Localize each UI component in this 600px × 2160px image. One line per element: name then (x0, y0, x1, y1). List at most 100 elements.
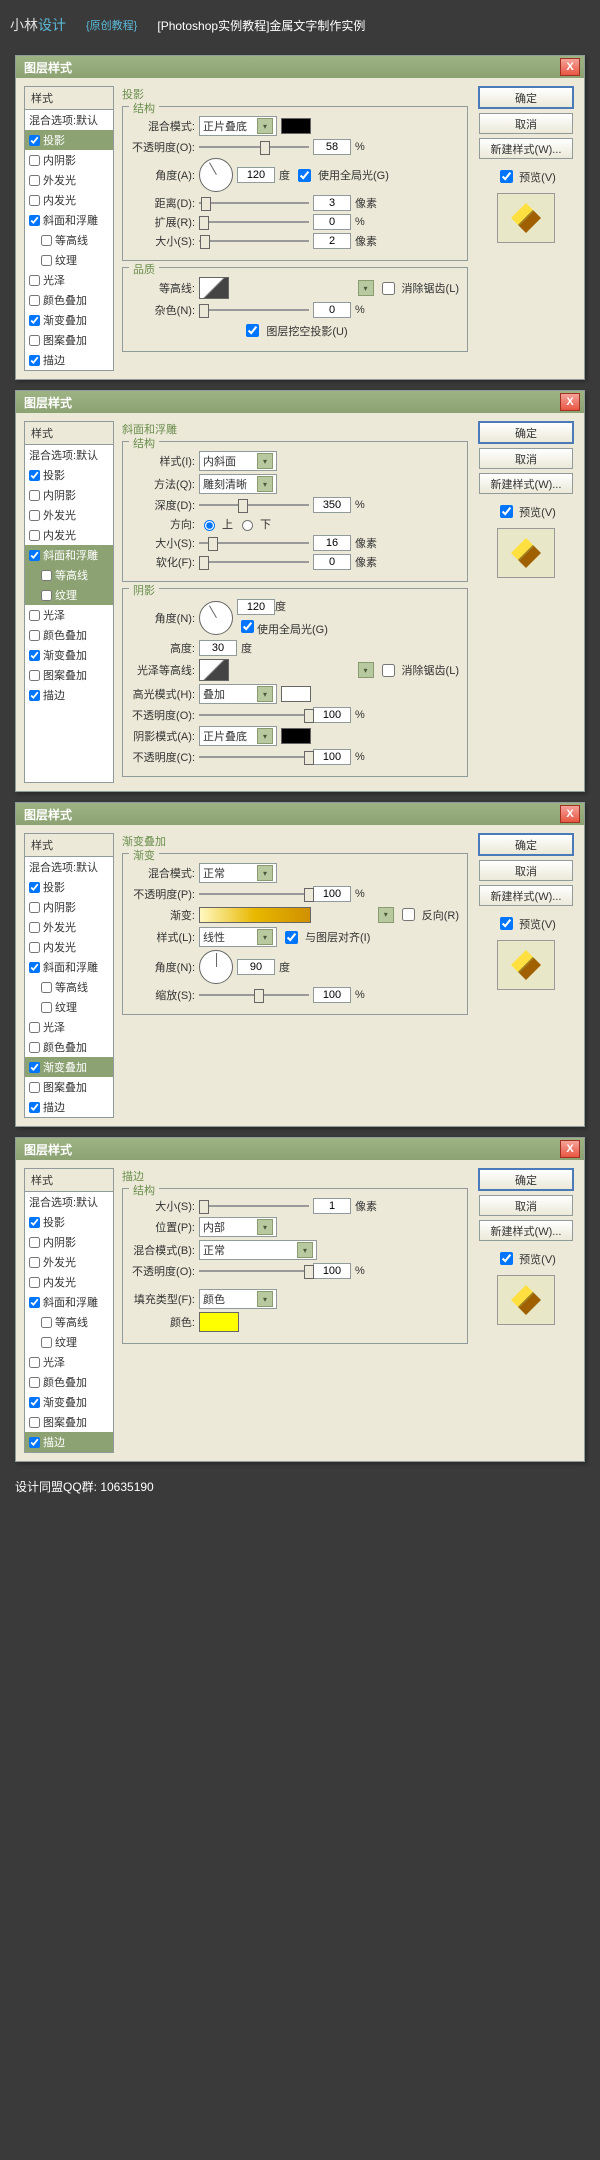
style-checkbox[interactable] (41, 570, 52, 581)
style-checkbox[interactable] (29, 962, 40, 973)
style-item[interactable]: 纹理 (25, 1332, 113, 1352)
angle-dial[interactable] (199, 601, 233, 635)
style-item[interactable]: 渐变叠加 (25, 310, 113, 330)
cancel-button[interactable]: 取消 (479, 1195, 573, 1216)
ok-button[interactable]: 确定 (478, 86, 574, 109)
shadow-mode-combo[interactable]: 正片叠底▾ (199, 726, 277, 746)
cancel-button[interactable]: 取消 (479, 860, 573, 881)
style-checkbox[interactable] (29, 490, 40, 501)
cancel-button[interactable]: 取消 (479, 448, 573, 469)
reverse-check[interactable] (402, 908, 415, 921)
style-item[interactable]: 投影 (25, 130, 113, 150)
dir-up-radio[interactable] (204, 520, 215, 531)
close-button[interactable]: X (560, 58, 580, 76)
opacity-slider[interactable] (199, 1264, 309, 1278)
angle-input[interactable] (237, 599, 275, 615)
style-checkbox[interactable] (29, 630, 40, 641)
style-checkbox[interactable] (41, 1317, 52, 1328)
position-combo[interactable]: 内部▾ (199, 1217, 277, 1237)
style-checkbox[interactable] (41, 982, 52, 993)
style-item[interactable]: 图案叠加 (25, 330, 113, 350)
blend-mode-combo[interactable]: 正常▾ (199, 1240, 317, 1260)
style-item[interactable]: 外发光 (25, 505, 113, 525)
titlebar[interactable]: 图层样式 X (16, 56, 584, 78)
dir-down-radio[interactable] (242, 520, 253, 531)
style-item[interactable]: 纹理 (25, 997, 113, 1017)
style-item[interactable]: 内阴影 (25, 897, 113, 917)
size-input[interactable] (313, 1198, 351, 1214)
style-item[interactable]: 描边 (25, 350, 113, 370)
altitude-input[interactable] (199, 640, 237, 656)
style-item[interactable]: 内发光 (25, 937, 113, 957)
size-input[interactable] (313, 535, 351, 551)
style-checkbox[interactable] (29, 1062, 40, 1073)
style-item[interactable]: 等高线 (25, 1312, 113, 1332)
style-item[interactable]: 等高线 (25, 565, 113, 585)
blend-mode-combo[interactable]: 正片叠底▾ (199, 116, 277, 136)
stroke-color[interactable] (199, 1312, 239, 1332)
style-item[interactable]: 图案叠加 (25, 1077, 113, 1097)
style-item[interactable]: 斜面和浮雕 (25, 957, 113, 977)
style-checkbox[interactable] (29, 195, 40, 206)
style-checkbox[interactable] (29, 510, 40, 521)
style-checkbox[interactable] (29, 882, 40, 893)
opacity-input[interactable] (313, 1263, 351, 1279)
style-checkbox[interactable] (29, 1022, 40, 1033)
style-checkbox[interactable] (29, 1257, 40, 1268)
style-item[interactable]: 描边 (25, 685, 113, 705)
highlight-color[interactable] (281, 686, 311, 702)
size-slider[interactable] (199, 536, 309, 550)
anti-alias-check[interactable] (382, 282, 395, 295)
style-checkbox[interactable] (29, 315, 40, 326)
distance-input[interactable] (313, 195, 351, 211)
style-item[interactable]: 等高线 (25, 230, 113, 250)
global-light-check[interactable] (241, 620, 254, 633)
spread-input[interactable] (313, 214, 351, 230)
style-item[interactable]: 外发光 (25, 917, 113, 937)
close-button[interactable]: X (560, 1140, 580, 1158)
style-item[interactable]: 光泽 (25, 270, 113, 290)
blend-default[interactable]: 混合选项:默认 (25, 857, 113, 877)
style-item[interactable]: 图案叠加 (25, 1412, 113, 1432)
hl-opacity-slider[interactable] (199, 708, 309, 722)
style-item[interactable]: 斜面和浮雕 (25, 1292, 113, 1312)
spread-slider[interactable] (199, 215, 309, 229)
style-checkbox[interactable] (29, 610, 40, 621)
angle-input[interactable] (237, 959, 275, 975)
style-item[interactable]: 斜面和浮雕 (25, 210, 113, 230)
gradient-picker[interactable] (199, 907, 311, 923)
style-checkbox[interactable] (29, 135, 40, 146)
shadow-color[interactable] (281, 728, 311, 744)
style-item[interactable]: 颜色叠加 (25, 290, 113, 310)
blend-default[interactable]: 混合选项:默认 (25, 1192, 113, 1212)
new-style-button[interactable]: 新建样式(W)... (479, 885, 573, 906)
style-checkbox[interactable] (29, 1357, 40, 1368)
style-checkbox[interactable] (29, 215, 40, 226)
blend-mode-combo[interactable]: 正常▾ (199, 863, 277, 883)
style-checkbox[interactable] (41, 1337, 52, 1348)
style-item[interactable]: 光泽 (25, 1017, 113, 1037)
opacity-slider[interactable] (199, 887, 309, 901)
style-checkbox[interactable] (29, 1217, 40, 1228)
titlebar[interactable]: 图层样式 X (16, 1138, 584, 1160)
style-item[interactable]: 光泽 (25, 605, 113, 625)
style-checkbox[interactable] (29, 1297, 40, 1308)
style-item[interactable]: 颜色叠加 (25, 1372, 113, 1392)
style-item[interactable]: 等高线 (25, 977, 113, 997)
style-item[interactable]: 渐变叠加 (25, 645, 113, 665)
style-checkbox[interactable] (41, 235, 52, 246)
sh-opacity-slider[interactable] (199, 750, 309, 764)
style-checkbox[interactable] (29, 902, 40, 913)
style-checkbox[interactable] (29, 670, 40, 681)
style-item[interactable]: 描边 (25, 1097, 113, 1117)
preview-check[interactable] (500, 505, 513, 518)
technique-combo[interactable]: 雕刻清晰▾ (199, 474, 277, 494)
style-checkbox[interactable] (29, 1377, 40, 1388)
style-checkbox[interactable] (41, 255, 52, 266)
style-item[interactable]: 颜色叠加 (25, 625, 113, 645)
style-checkbox[interactable] (29, 1277, 40, 1288)
style-item[interactable]: 光泽 (25, 1352, 113, 1372)
style-checkbox[interactable] (29, 1082, 40, 1093)
style-checkbox[interactable] (29, 335, 40, 346)
depth-input[interactable] (313, 497, 351, 513)
